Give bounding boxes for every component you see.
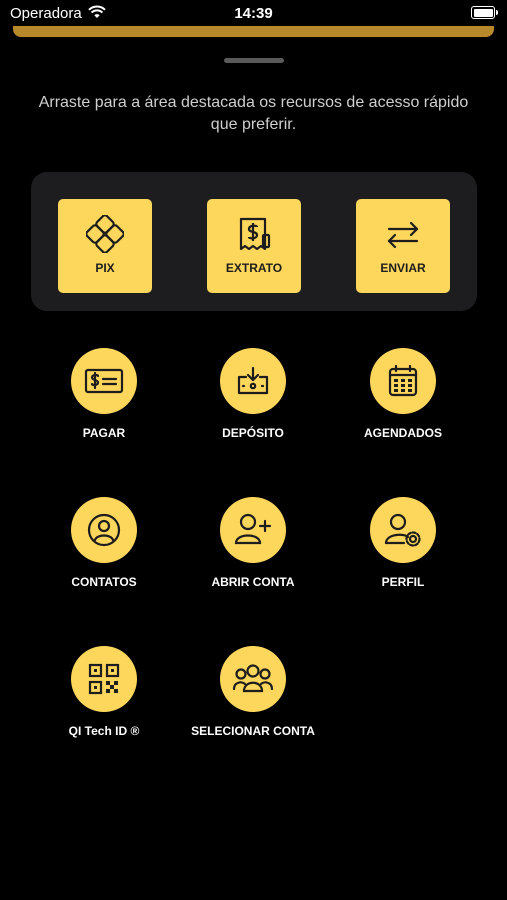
feature-circle	[71, 646, 137, 712]
feature-circle	[220, 497, 286, 563]
drag-handle[interactable]	[224, 58, 284, 63]
feature-label: PERFIL	[381, 575, 425, 589]
contact-icon	[87, 513, 121, 547]
feature-label: AGENDADOS	[363, 426, 442, 440]
calendar-icon	[388, 364, 418, 397]
feature-selecionar-conta[interactable]: SELECIONAR CONTA	[188, 646, 318, 739]
clock: 14:39	[234, 5, 273, 22]
feature-circle	[71, 497, 137, 563]
user-settings-icon	[384, 513, 421, 547]
feature-circle	[220, 646, 286, 712]
status-bar: Operadora 14:39	[0, 0, 507, 28]
feature-abrir-conta[interactable]: ABRIR CONTA	[188, 497, 318, 590]
feature-label: SELECIONAR CONTA	[191, 724, 315, 738]
bill-icon	[84, 368, 124, 394]
battery-icon	[471, 6, 498, 19]
feature-agendados[interactable]: AGENDADOS	[338, 348, 468, 441]
quick-tile-label: ENVIAR	[380, 261, 426, 275]
feature-label: DEPÓSITO	[222, 426, 284, 440]
group-icon	[232, 664, 274, 693]
feature-circle	[370, 497, 436, 563]
background-sheet	[13, 26, 494, 37]
feature-circle	[370, 348, 436, 414]
instruction-text: Arraste para a área destacada os recurso…	[38, 94, 469, 133]
feature-label: QI Tech ID ®	[68, 724, 140, 738]
quick-tile-extrato[interactable]: EXTRATO	[207, 199, 301, 293]
feature-circle	[220, 348, 286, 414]
pix-icon	[86, 215, 124, 253]
feature-qi-tech-id[interactable]: QI Tech ID ®	[39, 646, 169, 739]
add-user-icon	[234, 513, 272, 545]
feature-pagar[interactable]: PAGAR	[39, 348, 169, 441]
feature-label: PAGAR	[82, 426, 126, 440]
transfer-arrows-icon	[387, 221, 419, 249]
feature-label: ABRIR CONTA	[211, 575, 295, 589]
quick-tile-label: PIX	[95, 261, 115, 275]
quick-tile-label: EXTRATO	[225, 261, 283, 275]
deposit-icon	[237, 366, 269, 395]
quick-tile-enviar[interactable]: ENVIAR	[356, 199, 450, 293]
feature-deposito[interactable]: DEPÓSITO	[188, 348, 318, 441]
receipt-icon	[239, 217, 271, 251]
feature-circle	[71, 348, 137, 414]
feature-contatos[interactable]: CONTATOS	[39, 497, 169, 590]
feature-perfil[interactable]: PERFIL	[338, 497, 468, 590]
feature-label: CONTATOS	[71, 575, 137, 589]
quick-tile-pix[interactable]: PIX	[58, 199, 152, 293]
qr-code-icon	[88, 663, 120, 695]
